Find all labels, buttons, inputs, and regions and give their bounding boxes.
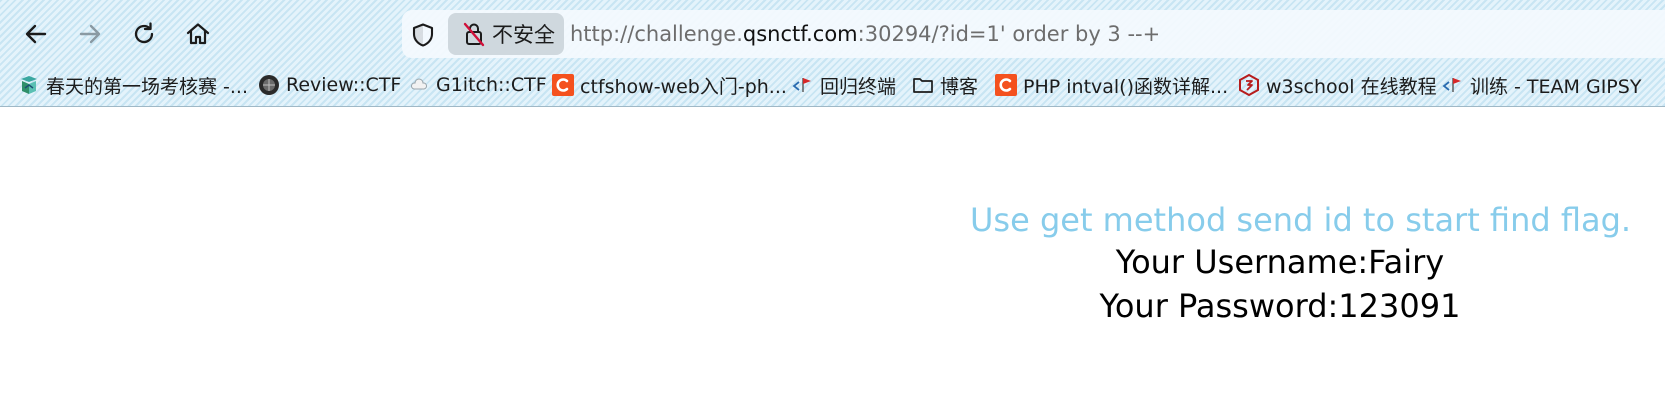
- insecure-lock-icon: [463, 22, 485, 47]
- bookmark-label: 博客: [940, 75, 979, 98]
- insecure-label: 不安全: [492, 23, 555, 47]
- forward-button[interactable]: [68, 12, 112, 56]
- code-flag-icon: [1442, 74, 1464, 96]
- toolbar: 不安全 http://challenge.qsnctf.com:30294/?i…: [0, 0, 1665, 60]
- cloud-icon: [408, 74, 430, 96]
- bookmark-item[interactable]: ctfshow-web入门-ph...: [552, 67, 787, 103]
- bookmark-item[interactable]: 回归终端: [792, 67, 896, 103]
- page-content: Use get method send id to start find fla…: [0, 108, 1665, 393]
- bookmark-label: ctfshow-web入门-ph...: [580, 75, 787, 98]
- bookmark-label: G1itch::CTF: [436, 74, 547, 96]
- bookmark-item[interactable]: G1itch::CTF: [408, 67, 547, 103]
- arrow-right-icon: [79, 24, 101, 44]
- bookmark-item[interactable]: w3school 在线教程: [1238, 67, 1437, 103]
- reload-button[interactable]: [122, 12, 166, 56]
- csdn-c-icon: [995, 74, 1017, 96]
- bookmark-item[interactable]: PHP intval()函数详解...: [995, 67, 1228, 103]
- bookmark-label: 春天的第一场考核赛 -...: [46, 75, 249, 98]
- w3school-icon: [1238, 74, 1260, 96]
- arrow-left-icon: [25, 24, 47, 44]
- bookmark-item[interactable]: 训练 - TEAM GIPSY: [1442, 67, 1641, 103]
- bookmark-label: 训练 - TEAM GIPSY: [1470, 75, 1642, 98]
- insecure-connection-chip[interactable]: 不安全: [448, 13, 564, 55]
- bookmark-item[interactable]: 博客: [912, 67, 978, 103]
- shield-icon[interactable]: [410, 22, 436, 48]
- username-text: Your Username:Fairy: [1115, 243, 1445, 281]
- bookmarks-bar: 春天的第一场考核赛 -... Review::CTF G1itch::CTF c…: [0, 67, 1665, 103]
- globe-avatar-icon: [258, 74, 280, 96]
- back-button[interactable]: [14, 12, 58, 56]
- book-icon: [18, 74, 40, 96]
- url-text[interactable]: http://challenge.qsnctf.com:30294/?id=1'…: [570, 10, 1160, 58]
- bookmark-item[interactable]: Review::CTF: [258, 67, 401, 103]
- bookmark-label: 回归终端: [820, 75, 897, 98]
- browser-chrome: 不安全 http://challenge.qsnctf.com:30294/?i…: [0, 0, 1665, 107]
- reload-icon: [134, 22, 154, 44]
- csdn-c-icon: [552, 74, 574, 96]
- folder-icon: [912, 74, 934, 96]
- bookmark-label: w3school 在线教程: [1266, 75, 1437, 98]
- url-suffix: :30294/?id=1' order by 3 --+: [857, 22, 1161, 46]
- url-host: qsnctf.com: [742, 22, 858, 46]
- address-bar[interactable]: 不安全 http://challenge.qsnctf.com:30294/?i…: [402, 10, 1665, 58]
- code-flag-icon: [792, 74, 814, 96]
- bookmark-label: Review::CTF: [286, 74, 402, 96]
- bookmark-label: PHP intval()函数详解...: [1023, 75, 1229, 98]
- home-button[interactable]: [176, 12, 220, 56]
- url-prefix: http://challenge.: [570, 22, 743, 46]
- hint-text: Use get method send id to start find fla…: [970, 201, 1632, 239]
- password-text: Your Password:123091: [1099, 287, 1461, 325]
- bookmark-item[interactable]: 春天的第一场考核赛 -...: [18, 67, 248, 103]
- home-icon: [186, 23, 210, 45]
